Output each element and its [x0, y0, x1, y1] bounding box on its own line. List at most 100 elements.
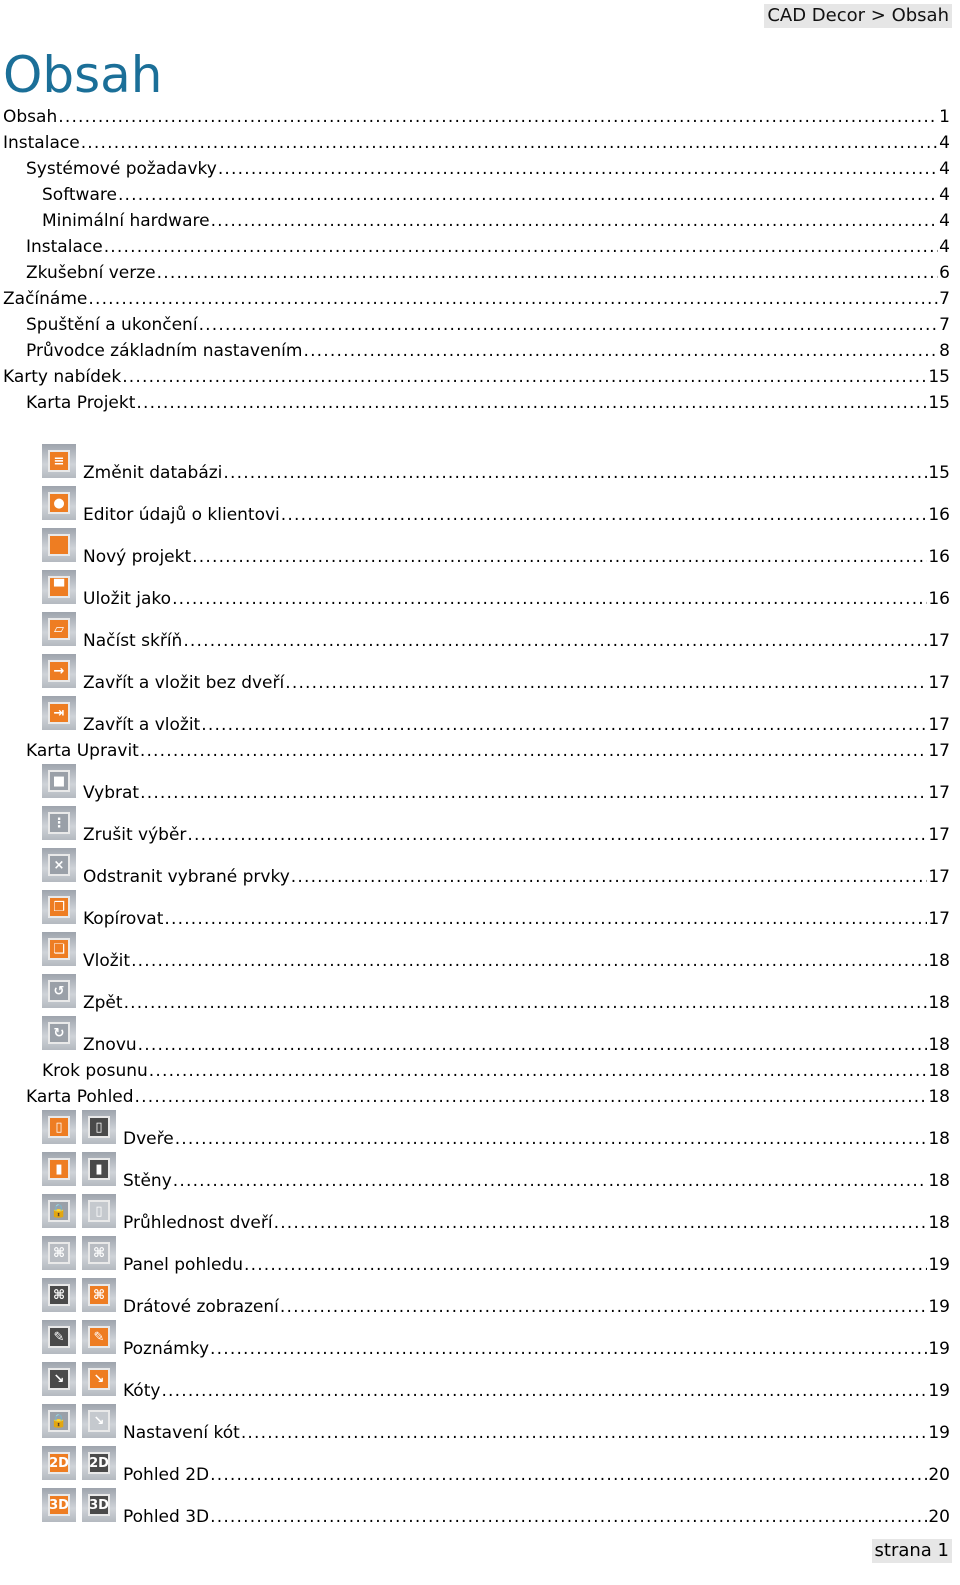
toc-entry[interactable]: Krok posunu 18	[0, 1058, 950, 1084]
toc-entry[interactable]: → Zavřít a vložit bez dveří 17	[0, 654, 950, 696]
toc-entry-title[interactable]: Dveře	[123, 1126, 174, 1152]
toc-entry-page[interactable]: 18	[928, 1126, 950, 1152]
toc-entry-title[interactable]: Instalace	[3, 130, 80, 156]
toc-entry-page[interactable]: 4	[939, 234, 950, 260]
toc-entry-page[interactable]: 18	[928, 1084, 950, 1110]
toc-entry-page[interactable]: 18	[928, 1210, 950, 1236]
toc-entry-page[interactable]: 18	[928, 1032, 950, 1058]
toc-entry[interactable]: ❐ Kopírovat 17	[0, 890, 950, 932]
toc-entry-title[interactable]: Systémové požadavky	[26, 156, 217, 182]
toc-entry-page[interactable]: 20	[928, 1504, 950, 1530]
toc-entry-title[interactable]: Karta Upravit	[26, 738, 139, 764]
toc-entry-page[interactable]: 19	[928, 1252, 950, 1278]
toc-entry-title[interactable]: Spuštění a ukončení	[26, 312, 198, 338]
toc-entry-page[interactable]: 19	[928, 1336, 950, 1362]
toc-entry-title[interactable]: Karty nabídek	[3, 364, 121, 390]
toc-entry[interactable]: Systémové požadavky 4	[0, 156, 950, 182]
toc-entry-title[interactable]: Pohled 2D	[123, 1462, 209, 1488]
toc-entry[interactable]: Obsah 1	[0, 104, 950, 130]
toc-entry-page[interactable]: 18	[928, 990, 950, 1016]
toc-entry-page[interactable]: 15	[928, 460, 950, 486]
toc-entry-title[interactable]: Editor údajů o klientovi	[83, 502, 280, 528]
toc-entry[interactable]: Instalace 4	[0, 130, 950, 156]
toc-entry[interactable]: 2D 2D Pohled 2D 20	[0, 1446, 950, 1488]
toc-entry[interactable]: × Odstranit vybrané prvky 17	[0, 848, 950, 890]
toc-entry[interactable]: ● Editor údajů o klientovi 16	[0, 486, 950, 528]
toc-entry-page[interactable]: 7	[939, 286, 950, 312]
toc-entry[interactable]: 🔒 ↘ Nastavení kót 19	[0, 1404, 950, 1446]
toc-entry-title[interactable]: Karta Pohled	[26, 1084, 134, 1110]
toc-entry-title[interactable]: Pohled 3D	[123, 1504, 209, 1530]
toc-entry-title[interactable]: Nový projekt	[83, 544, 191, 570]
toc-entry[interactable]: ≡ Změnit databázi 15	[0, 444, 950, 486]
toc-entry[interactable]: 🔒 ▯ Průhlednost dveří 18	[0, 1194, 950, 1236]
toc-entry[interactable]: ❏ Vložit 18	[0, 932, 950, 974]
toc-entry[interactable]: ↘ ↘ Kóty 19	[0, 1362, 950, 1404]
toc-entry-page[interactable]: 6	[939, 260, 950, 286]
toc-entry-page[interactable]: 17	[928, 906, 950, 932]
toc-entry-page[interactable]: 4	[939, 130, 950, 156]
toc-entry-page[interactable]: 16	[928, 544, 950, 570]
toc-entry-page[interactable]: 17	[928, 738, 950, 764]
toc-entry[interactable]: Software 4	[0, 182, 950, 208]
toc-entry-title[interactable]: Instalace	[26, 234, 103, 260]
toc-entry-page[interactable]: 4	[939, 208, 950, 234]
toc-entry[interactable]: Minimální hardware 4	[0, 208, 950, 234]
toc-entry[interactable]: Karta Pohled 18	[0, 1084, 950, 1110]
toc-entry-page[interactable]: 4	[939, 182, 950, 208]
toc-entry[interactable]: Instalace 4	[0, 234, 950, 260]
toc-entry-title[interactable]: Vybrat	[83, 780, 139, 806]
toc-entry-page[interactable]: 19	[928, 1420, 950, 1446]
toc-entry[interactable]: Karty nabídek 15	[0, 364, 950, 390]
toc-entry-title[interactable]: Software	[42, 182, 117, 208]
toc-entry-title[interactable]: Zrušit výběr	[83, 822, 186, 848]
toc-entry-title[interactable]: Zavřít a vložit	[83, 712, 200, 738]
toc-entry-page[interactable]: 18	[928, 948, 950, 974]
toc-entry[interactable]: 3D 3D Pohled 3D 20	[0, 1488, 950, 1530]
toc-entry-title[interactable]: Kopírovat	[83, 906, 163, 932]
toc-entry[interactable]: ⋮ Zrušit výběr 17	[0, 806, 950, 848]
toc-entry-title[interactable]: Minimální hardware	[42, 208, 210, 234]
toc-entry[interactable]: Spuštění a ukončení 7	[0, 312, 950, 338]
toc-entry[interactable]: Karta Projekt 15	[0, 390, 950, 416]
toc-entry-title[interactable]: Stěny	[123, 1168, 172, 1194]
toc-entry-page[interactable]: 15	[928, 364, 950, 390]
toc-entry-page[interactable]: 1	[939, 104, 950, 130]
toc-entry[interactable]: ↺ Zpět 18	[0, 974, 950, 1016]
toc-entry-page[interactable]: 16	[928, 502, 950, 528]
toc-entry-page[interactable]: 17	[928, 628, 950, 654]
toc-entry-page[interactable]: 17	[928, 780, 950, 806]
toc-entry-page[interactable]: 20	[928, 1462, 950, 1488]
toc-entry-title[interactable]: Zkušební verze	[26, 260, 156, 286]
toc-entry-title[interactable]: Nastavení kót	[123, 1420, 240, 1446]
toc-entry-page[interactable]: 17	[928, 822, 950, 848]
toc-entry-title[interactable]: Zavřít a vložit bez dveří	[83, 670, 284, 696]
toc-entry-title[interactable]: Panel pohledu	[123, 1252, 243, 1278]
toc-entry-title[interactable]: Zpět	[83, 990, 123, 1016]
toc-entry-title[interactable]: Odstranit vybrané prvky	[83, 864, 290, 890]
toc-entry[interactable]: ▮ ▮ Stěny 18	[0, 1152, 950, 1194]
toc-entry-page[interactable]: 15	[928, 390, 950, 416]
toc-entry-title[interactable]: Drátové zobrazení	[123, 1294, 279, 1320]
toc-entry-title[interactable]: Krok posunu	[42, 1058, 148, 1084]
toc-entry[interactable]: ■ Vybrat 17	[0, 764, 950, 806]
toc-entry-page[interactable]: 19	[928, 1378, 950, 1404]
toc-entry[interactable]: Zkušební verze 6	[0, 260, 950, 286]
toc-entry-title[interactable]: Průvodce základním nastavením	[26, 338, 302, 364]
toc-entry-title[interactable]: Změnit databázi	[83, 460, 222, 486]
toc-entry-title[interactable]: Kóty	[123, 1378, 160, 1404]
toc-entry[interactable]: Karta Upravit 17	[0, 738, 950, 764]
toc-entry-title[interactable]: Uložit jako	[83, 586, 171, 612]
toc-entry-page[interactable]: 8	[939, 338, 950, 364]
toc-entry[interactable]: ↻ Znovu 18	[0, 1016, 950, 1058]
toc-entry-title[interactable]: Průhlednost dveří	[123, 1210, 273, 1236]
toc-entry-title[interactable]: Znovu	[83, 1032, 137, 1058]
toc-entry-page[interactable]: 7	[939, 312, 950, 338]
toc-entry-page[interactable]: 17	[928, 864, 950, 890]
toc-entry[interactable]: Průvodce základním nastavením 8	[0, 338, 950, 364]
toc-entry[interactable]: ✎ ✎ Poznámky 19	[0, 1320, 950, 1362]
toc-entry-title[interactable]: Poznámky	[123, 1336, 209, 1362]
toc-entry[interactable]: Nový projekt 16	[0, 528, 950, 570]
toc-entry-title[interactable]: Karta Projekt	[26, 390, 135, 416]
toc-entry[interactable]: ▱ Načíst skříň 17	[0, 612, 950, 654]
